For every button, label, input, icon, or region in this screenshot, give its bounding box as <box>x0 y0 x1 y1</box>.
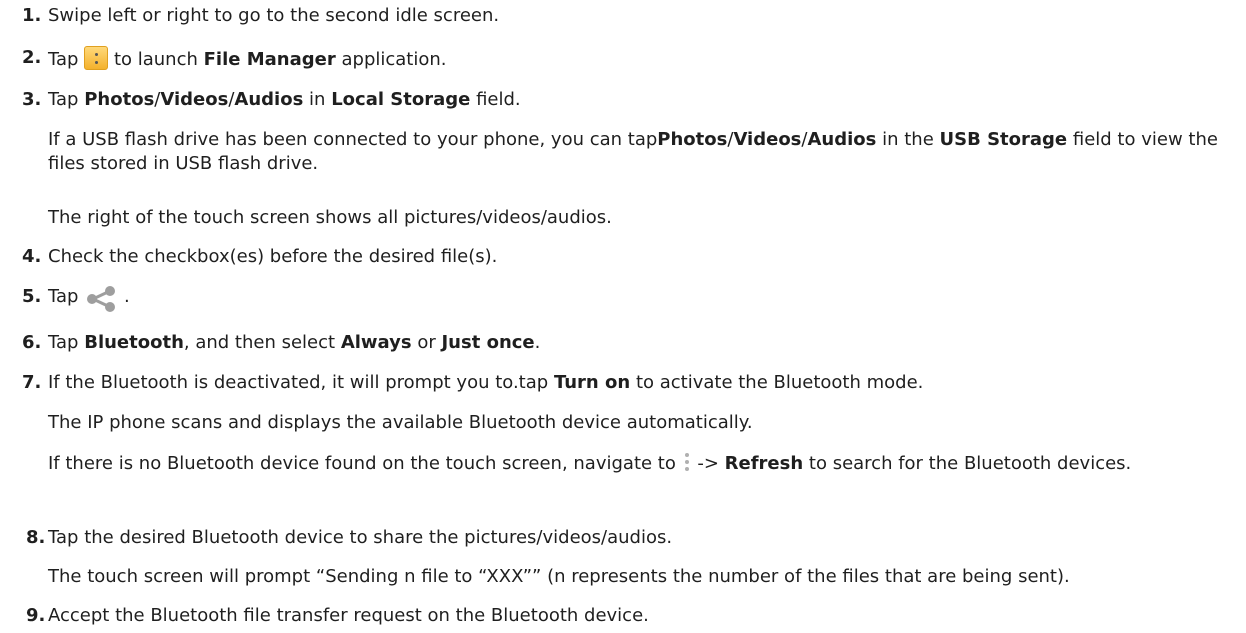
step-number: 3. <box>22 89 42 110</box>
videos-label: Videos <box>160 89 229 110</box>
step-text: Tap <box>48 286 79 307</box>
step-text: to activate the Bluetooth mode. <box>635 372 924 393</box>
step-number: 7. <box>22 372 42 393</box>
turn-on-label: Turn on <box>553 372 631 393</box>
usb-storage-label: USB Storage <box>939 129 1068 150</box>
step-text: Tap the desired Bluetooth device to shar… <box>48 527 673 548</box>
document: 1. Swipe left or right to go to the seco… <box>0 0 1246 626</box>
no-device-note: If there is no Bluetooth device found on… <box>48 450 1228 476</box>
step-number: 2. <box>22 47 42 68</box>
more-vertical-icon <box>684 453 689 471</box>
usb-note: If a USB flash drive has been connected … <box>48 128 1228 176</box>
note-text: to search for the Bluetooth devices. <box>808 453 1132 474</box>
step-text: application. <box>341 49 447 70</box>
step-number: 1. <box>22 5 42 26</box>
step-text: in <box>309 89 326 110</box>
just-once-label: Just once <box>441 332 535 353</box>
photos-label: Photos <box>657 129 728 150</box>
always-label: Always <box>340 332 412 353</box>
step-text: to launch <box>113 49 198 70</box>
step-number: 6. <box>22 332 42 353</box>
audios-label: Audios <box>807 129 877 150</box>
step-text: Tap <box>48 89 79 110</box>
scan-note: The IP phone scans and displays the avai… <box>48 412 753 433</box>
step-text: Tap <box>48 49 79 70</box>
step-text: If the Bluetooth is deactivated, it will… <box>48 372 549 393</box>
note-text: If there is no Bluetooth device found on… <box>48 453 676 474</box>
sending-note: The touch screen will prompt “Sending n … <box>48 566 1070 587</box>
app-name: File Manager <box>203 49 336 70</box>
step-text: Tap <box>48 332 79 353</box>
arrow-text: -> <box>697 453 719 474</box>
videos-label: Videos <box>733 129 802 150</box>
step-text: Check the checkbox(es) before the desire… <box>48 246 498 267</box>
right-screen-note: The right of the touch screen shows all … <box>48 207 612 228</box>
step-text: Swipe left or right to go to the second … <box>48 5 500 26</box>
step-text: Accept the Bluetooth file transfer reque… <box>48 605 649 626</box>
refresh-label: Refresh <box>724 453 804 474</box>
step-text: . <box>123 286 130 307</box>
step-text: . <box>534 332 541 353</box>
note-text: in the <box>882 129 934 150</box>
photos-label: Photos <box>84 89 155 110</box>
step-text: or <box>417 332 436 353</box>
file-manager-icon <box>84 46 109 70</box>
step-number: 5. <box>22 286 42 307</box>
step-number: 4. <box>22 246 42 267</box>
bluetooth-label: Bluetooth <box>84 332 184 353</box>
share-icon <box>87 286 116 312</box>
step-text: , and then select <box>183 332 336 353</box>
step-number: 8. <box>26 527 46 548</box>
step-number: 9. <box>26 605 46 626</box>
audios-label: Audios <box>234 89 304 110</box>
step-text: field. <box>476 89 521 110</box>
note-text: If a USB flash drive has been connected … <box>48 129 658 150</box>
local-storage-label: Local Storage <box>331 89 471 110</box>
